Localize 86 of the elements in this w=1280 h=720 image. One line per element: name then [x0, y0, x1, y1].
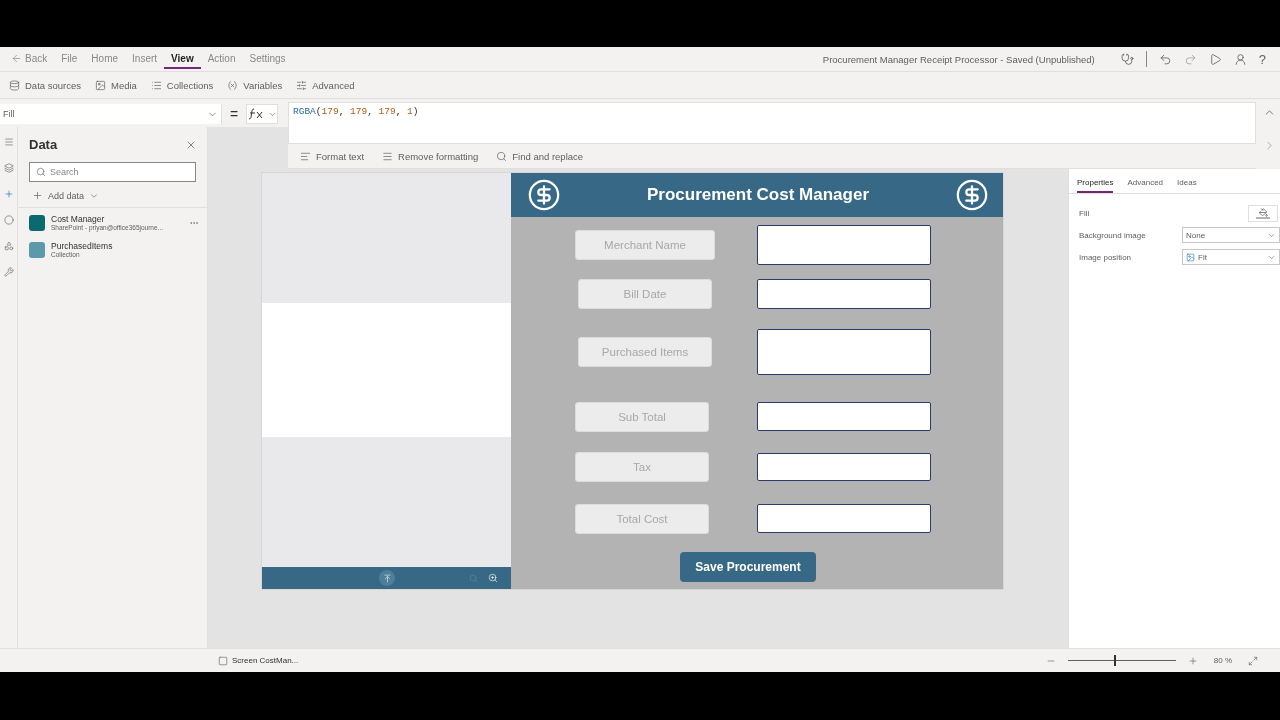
- panel-title: Data: [29, 137, 58, 152]
- search-field[interactable]: Search: [29, 162, 196, 182]
- source-name[interactable]: Cost Manager: [51, 214, 183, 224]
- zoom-in-icon[interactable]: [1187, 655, 1198, 666]
- menu-tab[interactable]: Home: [84, 49, 126, 69]
- input-field[interactable]: [757, 504, 931, 533]
- format-icon: [300, 150, 311, 162]
- field-label: Tax: [575, 452, 709, 482]
- search-icon[interactable]: [469, 573, 478, 583]
- add-data-button[interactable]: Add data: [32, 188, 100, 203]
- formula-action[interactable]: Format text: [300, 150, 365, 162]
- field-label: Merchant Name: [575, 230, 715, 260]
- fit-icon[interactable]: [1248, 655, 1258, 666]
- media-icon: [95, 79, 106, 91]
- arrow-up-icon: [382, 573, 392, 583]
- property-dropdown[interactable]: Fit: [1182, 249, 1280, 265]
- property-label: Image position: [1079, 252, 1132, 262]
- user-icon[interactable]: [1233, 52, 1247, 66]
- source-name[interactable]: PurchasedItems: [51, 241, 199, 251]
- field-label: Sub Total: [575, 401, 709, 432]
- menu-tab[interactable]: Back: [4, 49, 55, 69]
- zoom-level: 80 %: [1213, 656, 1232, 665]
- wrench-icon[interactable]: [3, 267, 14, 277]
- search-icon: [36, 167, 46, 177]
- input-field[interactable]: [757, 225, 931, 265]
- zoom-in-icon[interactable]: [488, 573, 498, 583]
- menu-tab[interactable]: File: [54, 49, 85, 69]
- header-title: Procurement Cost Manager: [647, 185, 869, 205]
- property-label: Fill: [1079, 208, 1090, 218]
- equals-sign: =: [228, 106, 240, 122]
- color-picker[interactable]: [1248, 204, 1278, 222]
- menu-tab[interactable]: Action: [200, 49, 243, 69]
- save-button[interactable]: Save Procurement: [680, 552, 816, 582]
- slider-thumb[interactable]: [1114, 655, 1117, 666]
- properties-tab[interactable]: Ideas: [1177, 169, 1197, 193]
- menu-icon[interactable]: [3, 137, 14, 147]
- stethoscope-icon[interactable]: [1120, 52, 1134, 66]
- back-icon: [11, 52, 22, 64]
- property-dropdown[interactable]: Fill: [0, 104, 222, 124]
- properties-tab[interactable]: Properties: [1077, 169, 1114, 193]
- sharepoint-icon: [29, 214, 45, 231]
- paint-bucket-icon: [1258, 207, 1268, 217]
- image-icon: [1186, 252, 1195, 262]
- variable-icon: [227, 79, 239, 91]
- find-icon: [496, 150, 508, 162]
- table-icon: [29, 241, 45, 258]
- screen-icon: [218, 655, 228, 666]
- circle-icon[interactable]: [3, 215, 14, 225]
- formula-action[interactable]: Remove formatting: [382, 150, 479, 162]
- undo-icon[interactable]: [1158, 52, 1172, 66]
- field-label: Bill Date: [578, 279, 712, 309]
- input-field[interactable]: [757, 329, 931, 375]
- data-icon: [9, 79, 20, 91]
- menu-tab[interactable]: View: [164, 49, 201, 69]
- layers-icon[interactable]: [3, 163, 14, 173]
- ribbon-button[interactable]: Variables: [222, 76, 288, 94]
- input-field[interactable]: [757, 279, 931, 309]
- menu-tab[interactable]: Settings: [242, 49, 293, 69]
- dollar-icon: [955, 178, 989, 212]
- app-title: Procurement Manager Receipt Processor - Saved (Unpublished): [822, 53, 1095, 65]
- fx-button[interactable]: [246, 104, 278, 124]
- formula-field[interactable]: RGBA(179, 179, 179, 1): [288, 102, 1256, 144]
- property-label: Background image: [1079, 230, 1146, 240]
- shapes-icon[interactable]: [3, 241, 14, 251]
- field-label: Total Cost: [575, 503, 709, 534]
- property-dropdown[interactable]: None: [1182, 227, 1280, 243]
- ribbon-button[interactable]: Collections: [145, 76, 219, 94]
- ribbon-button[interactable]: Data sources: [4, 76, 86, 94]
- plus-icon: [32, 190, 43, 201]
- properties-tab[interactable]: Advanced: [1127, 169, 1164, 193]
- sliders-icon: [296, 79, 308, 91]
- formula-action[interactable]: Find and replace: [496, 150, 584, 162]
- dollar-icon: [527, 178, 561, 212]
- plus-icon[interactable]: [3, 189, 14, 199]
- input-field[interactable]: [757, 402, 931, 431]
- list-icon: [150, 79, 162, 91]
- screen-tab[interactable]: Screen CostMan...: [218, 655, 299, 666]
- field-label: Purchased Items: [578, 337, 712, 367]
- scroll-top-button[interactable]: [379, 570, 395, 586]
- redo-icon[interactable]: [1183, 52, 1197, 66]
- menu-tab[interactable]: Insert: [125, 49, 165, 69]
- play-icon[interactable]: [1208, 52, 1222, 66]
- ribbon-button[interactable]: Media: [90, 76, 142, 94]
- help-button[interactable]: ?: [1258, 51, 1266, 67]
- ribbon-button[interactable]: Advanced: [291, 76, 360, 94]
- input-field[interactable]: [757, 453, 931, 481]
